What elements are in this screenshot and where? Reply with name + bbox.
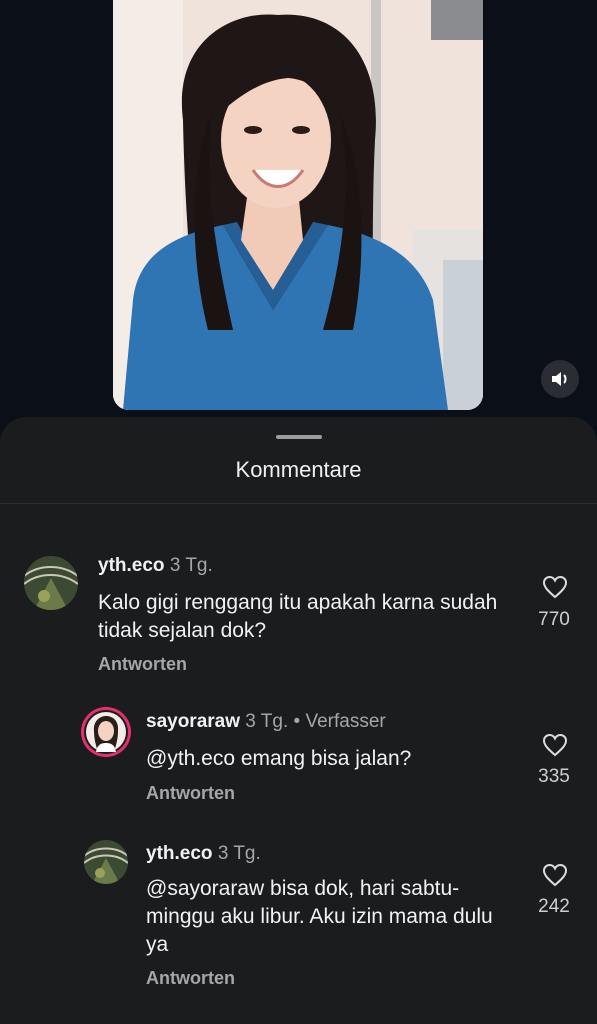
comment-username[interactable]: sayoraraw <box>146 711 240 732</box>
comment-text: @yth.eco emang bisa jalan? <box>146 747 412 770</box>
heart-outline-icon[interactable] <box>542 863 568 887</box>
sound-toggle-button[interactable] <box>541 360 579 398</box>
avatar[interactable] <box>24 556 78 610</box>
video-frame-image <box>113 0 483 410</box>
reels-screen: Kommentare yth.eco 3 Tg. Kalo gigi rengg… <box>0 0 597 1024</box>
heart-outline-icon[interactable] <box>542 575 568 599</box>
drag-handle[interactable] <box>276 435 322 439</box>
like-count: 770 <box>538 609 570 630</box>
comment-age: 3 Tg. <box>245 711 289 732</box>
reply-button[interactable]: Antworten <box>146 783 235 804</box>
avatar[interactable] <box>81 707 131 757</box>
speaker-icon <box>552 372 567 386</box>
avatar[interactable] <box>84 840 128 884</box>
comment-username[interactable]: yth.eco <box>146 843 213 864</box>
comments-sheet: Kommentare yth.eco 3 Tg. Kalo gigi rengg… <box>0 417 597 1024</box>
author-badge: • Verfasser <box>293 711 386 732</box>
comment-header: yth.eco 3 Tg. <box>146 843 261 865</box>
reply-button[interactable]: Antworten <box>98 654 187 675</box>
comment-header: sayoraraw 3 Tg. • Verfasser <box>146 711 386 733</box>
comment-username[interactable]: yth.eco <box>98 555 165 576</box>
reply-button[interactable]: Antworten <box>146 968 235 989</box>
like-count: 335 <box>538 766 570 787</box>
heart-outline-icon[interactable] <box>542 733 568 757</box>
sheet-title: Kommentare <box>235 457 362 482</box>
divider <box>0 503 597 504</box>
reel-video[interactable] <box>113 0 483 410</box>
comment-header: yth.eco 3 Tg. <box>98 555 213 577</box>
comment-text: Kalo gigi renggang itu apakah karna suda… <box>98 591 498 642</box>
comment-age: 3 Tg. <box>217 843 261 864</box>
comment-age: 3 Tg. <box>169 555 213 576</box>
comment-text: @sayoraraw bisa dok, hari sabtu-minggu a… <box>146 877 493 956</box>
like-count: 242 <box>538 896 570 917</box>
